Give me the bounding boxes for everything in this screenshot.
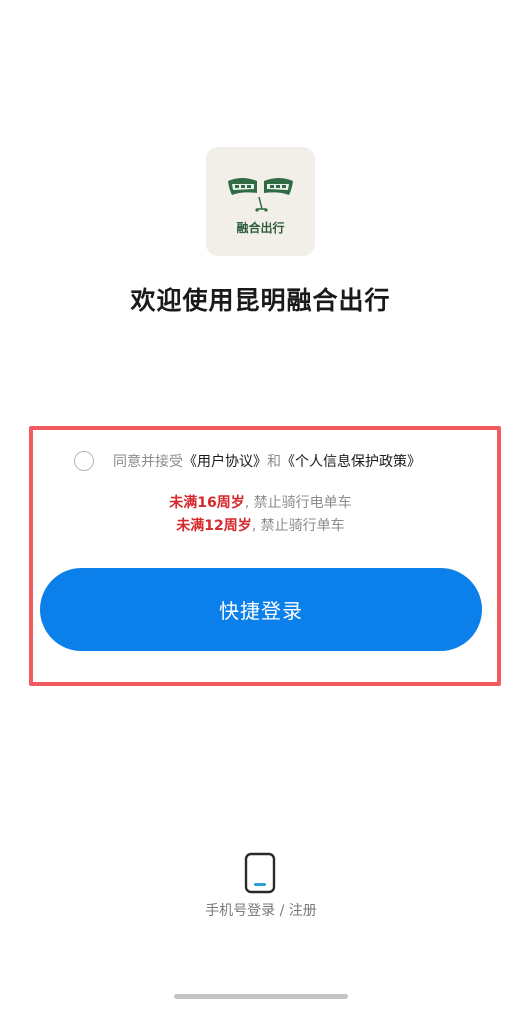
home-indicator[interactable] bbox=[174, 994, 348, 999]
age-notice-bike: 未满12周岁, 禁止骑行单车 bbox=[0, 515, 521, 535]
agreement-row: 同意并接受 《用户协议》 和 《个人信息保护政策》 bbox=[74, 449, 421, 473]
quick-login-button[interactable]: 快捷登录 bbox=[40, 568, 482, 651]
user-agreement-link[interactable]: 《用户协议》 bbox=[183, 451, 267, 471]
phone-login-label: 手机号登录 / 注册 bbox=[205, 903, 317, 919]
logo-text: 融合出行 bbox=[236, 221, 285, 235]
age-notice-ebike: 未满16周岁, 禁止骑行电单车 bbox=[0, 492, 521, 512]
age-notice-text: , 禁止骑行电单车 bbox=[244, 495, 352, 511]
age-notice-highlight: 未满16周岁 bbox=[169, 495, 245, 511]
age-notice-highlight: 未满12周岁 bbox=[176, 518, 252, 534]
agreement-conjunction: 和 bbox=[267, 454, 281, 470]
login-page: 融合出行 欢迎使用昆明融合出行 同意并接受 《用户协议》 和 《个人信息保护政策… bbox=[0, 0, 521, 1010]
agreement-checkbox[interactable] bbox=[74, 451, 94, 471]
privacy-policy-link[interactable]: 《个人信息保护政策》 bbox=[281, 451, 421, 471]
app-logo: 融合出行 bbox=[206, 147, 315, 256]
agreement-prefix: 同意并接受 bbox=[113, 454, 183, 470]
age-notice-text: , 禁止骑行单车 bbox=[251, 518, 345, 534]
welcome-title: 欢迎使用昆明融合出行 bbox=[130, 286, 391, 315]
tram-wings-icon bbox=[228, 178, 293, 212]
phone-icon bbox=[244, 852, 276, 894]
phone-login-link[interactable]: 手机号登录 / 注册 bbox=[180, 848, 342, 926]
